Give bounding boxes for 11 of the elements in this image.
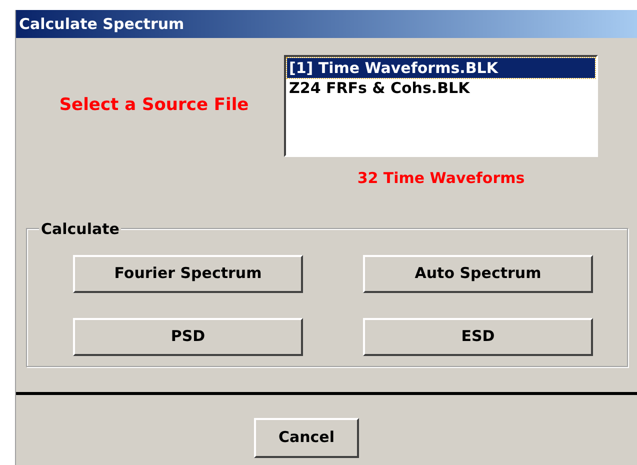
source-file-label: Select a Source File (59, 94, 249, 118)
file-list-item[interactable]: [1] Time Waveforms.BLK (287, 58, 595, 78)
cancel-button[interactable]: Cancel (254, 418, 359, 458)
file-list-item[interactable]: Z24 FRFs & Cohs.BLK (287, 78, 595, 98)
calculate-button[interactable]: PSD (73, 318, 303, 356)
file-summary: 32 Time Waveforms (357, 168, 525, 189)
file-list[interactable]: [1] Time Waveforms.BLK Z24 FRFs & Cohs.BLK (284, 55, 598, 157)
window-title: Calculate Spectrum (16, 10, 637, 38)
calculate-button[interactable]: ESD (363, 318, 593, 356)
calculate-button[interactable]: Fourier Spectrum (73, 254, 303, 292)
calculate-button[interactable]: Auto Spectrum (363, 254, 593, 292)
